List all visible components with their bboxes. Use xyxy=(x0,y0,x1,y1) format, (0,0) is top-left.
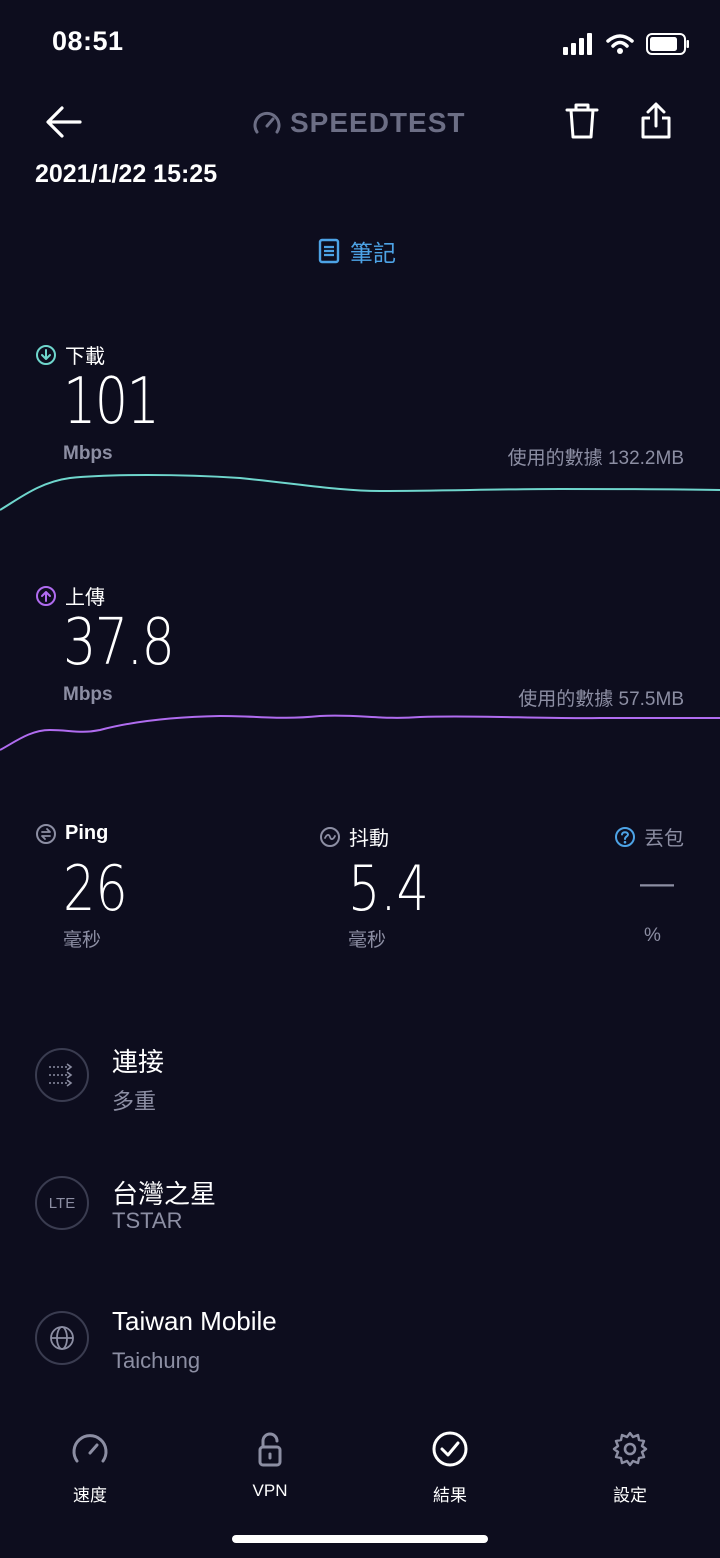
jitter-unit: 毫秒 xyxy=(348,930,387,951)
globe-icon xyxy=(50,1326,74,1350)
speed-icon xyxy=(72,1434,108,1463)
packet-loss-value: — xyxy=(640,864,674,902)
notes-button[interactable]: 筆記 xyxy=(318,234,396,268)
connection-title: 連接 xyxy=(112,1047,165,1077)
back-arrow-icon[interactable] xyxy=(44,104,84,140)
upload-icon xyxy=(36,585,56,606)
packet-loss-label-text: 丟包 xyxy=(644,828,684,850)
notes-label: 筆記 xyxy=(350,240,396,266)
nav-speed-label: 速度 xyxy=(73,1486,107,1505)
ping-label-text: Ping xyxy=(65,822,109,844)
wifi-icon xyxy=(606,34,634,54)
help-icon[interactable] xyxy=(614,826,636,848)
share-icon[interactable] xyxy=(640,102,672,140)
carrier-title: 台灣之星 xyxy=(112,1179,217,1209)
cellular-signal-icon xyxy=(563,33,592,55)
battery-icon xyxy=(646,33,689,55)
connection-icon xyxy=(35,1048,89,1102)
status-time: 08:51 xyxy=(52,26,124,56)
notes-icon xyxy=(318,238,340,264)
connection-subtitle: 多重 xyxy=(112,1089,157,1114)
lock-icon xyxy=(258,1432,282,1467)
nav-settings-label: 設定 xyxy=(613,1486,647,1505)
ping-unit: 毫秒 xyxy=(63,930,102,951)
nav-speed[interactable]: 速度 xyxy=(0,1430,180,1506)
download-speed-graph xyxy=(0,474,720,511)
server-icon xyxy=(35,1311,89,1365)
download-value: 101 xyxy=(63,365,160,439)
nav-vpn[interactable]: VPN xyxy=(180,1430,360,1501)
test-date: 2021/1/22 15:25 xyxy=(35,160,218,188)
nav-vpn-label: VPN xyxy=(252,1481,288,1500)
jitter-label: 抖動 xyxy=(319,822,389,851)
download-icon xyxy=(36,344,56,365)
speedtest-logo: SPEEDTEST xyxy=(252,106,465,140)
lte-icon: LTE xyxy=(35,1176,89,1230)
multi-connection-icon xyxy=(49,1063,73,1087)
status-icons xyxy=(562,30,690,58)
nav-results-label: 結果 xyxy=(433,1486,467,1505)
gear-icon xyxy=(612,1431,648,1467)
logo-text: SPEEDTEST xyxy=(290,107,466,138)
nav-settings[interactable]: 設定 xyxy=(540,1430,720,1506)
ping-value: 26 xyxy=(63,852,128,925)
jitter-icon xyxy=(320,826,340,847)
trash-icon[interactable] xyxy=(564,102,600,140)
server-subtitle: Taichung xyxy=(112,1348,201,1373)
nav-results[interactable]: 結果 xyxy=(360,1430,540,1506)
jitter-value: 5.4 xyxy=(348,852,429,925)
server-title: Taiwan Mobile xyxy=(112,1306,277,1336)
upload-speed-graph xyxy=(0,714,720,751)
ping-icon xyxy=(36,823,56,844)
packet-loss-unit: % xyxy=(644,925,661,946)
packet-loss-label[interactable]: 丟包 xyxy=(614,822,684,851)
carrier-subtitle: TSTAR xyxy=(112,1208,183,1233)
upload-value: 37.8 xyxy=(63,606,175,680)
speedometer-logo-icon xyxy=(253,111,281,134)
jitter-label-text: 抖動 xyxy=(349,828,389,850)
ping-label: Ping xyxy=(35,822,108,845)
check-circle-icon xyxy=(432,1431,468,1467)
home-indicator[interactable] xyxy=(232,1535,488,1543)
